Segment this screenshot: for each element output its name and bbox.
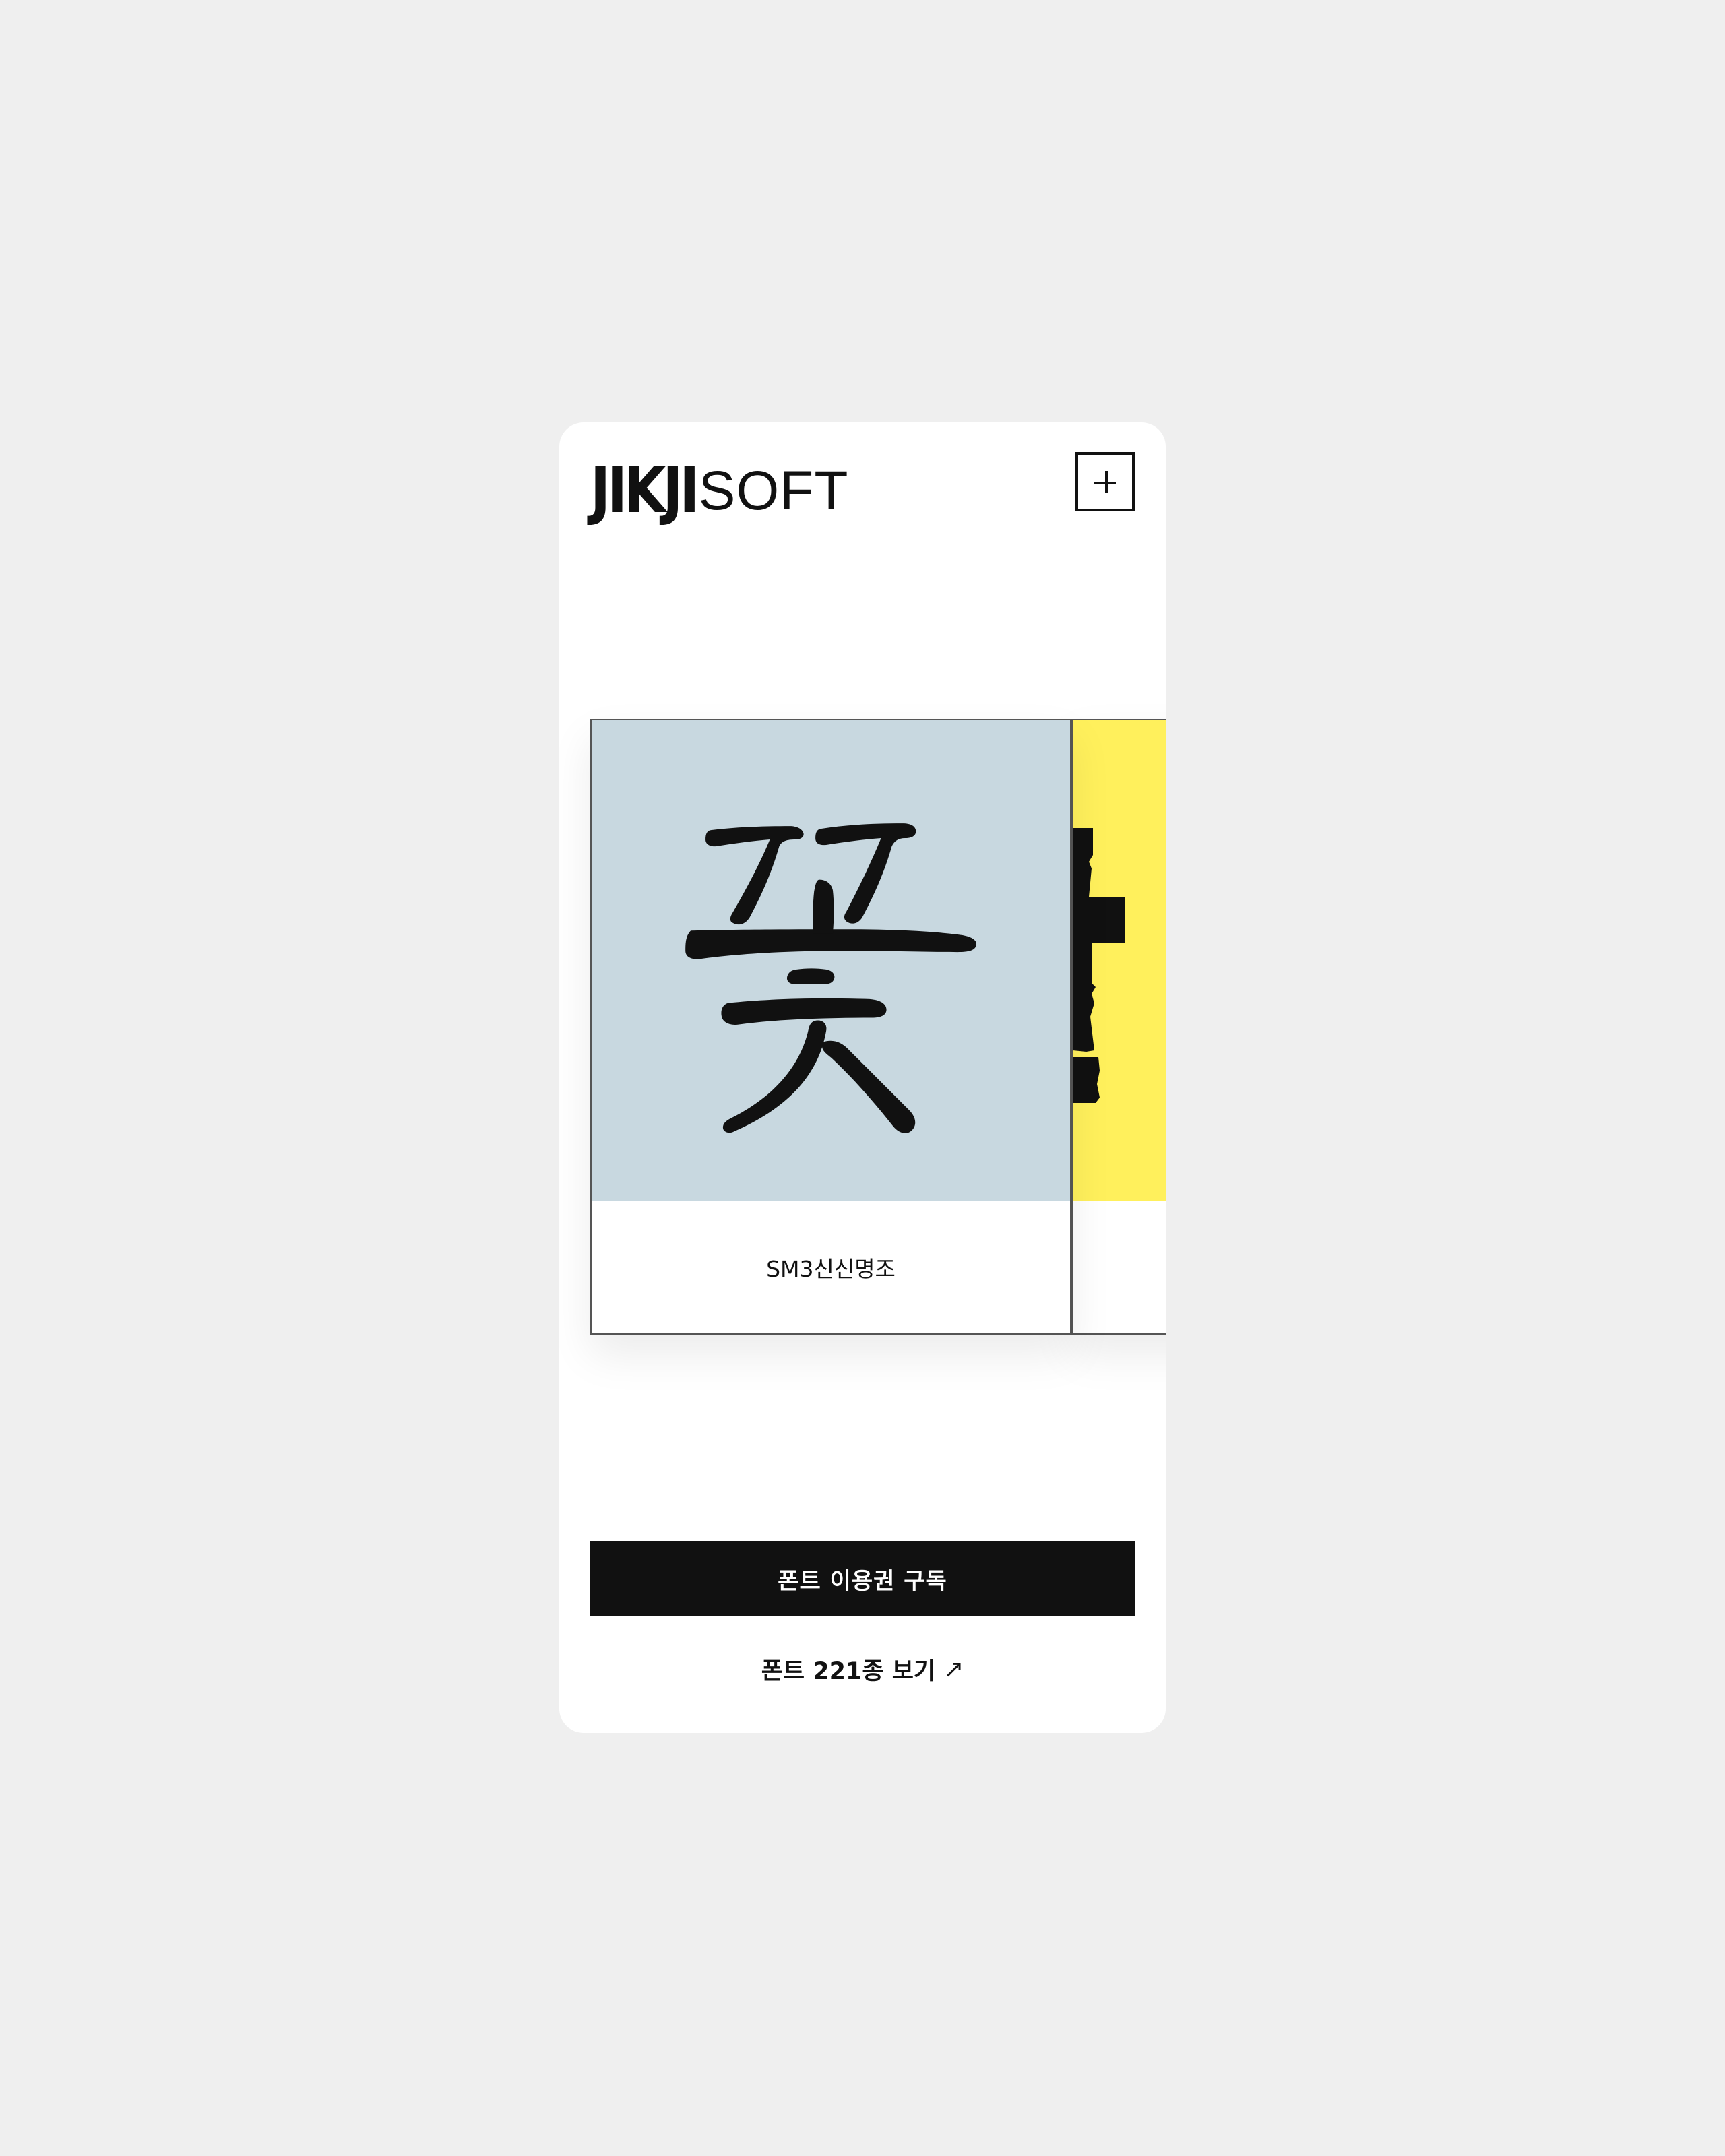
font-card[interactable] bbox=[1071, 719, 1166, 1335]
menu-plus-button[interactable] bbox=[1075, 452, 1135, 511]
glyph-partial-icon bbox=[1073, 828, 1125, 1103]
font-name bbox=[1073, 1201, 1166, 1333]
header: JIKJI SOFT bbox=[590, 452, 1135, 528]
font-card[interactable]: SM3신신명조 bbox=[590, 719, 1071, 1335]
logo-wordmark-bold: JIKJI bbox=[590, 454, 699, 528]
font-preview bbox=[592, 720, 1070, 1201]
font-carousel[interactable]: SM3신신명조 bbox=[590, 719, 1166, 1339]
font-name: SM3신신명조 bbox=[766, 1256, 896, 1282]
jikjisoft-logo[interactable]: JIKJI SOFT bbox=[590, 454, 849, 528]
logo-wordmark-light: SOFT bbox=[698, 460, 849, 521]
font-glyph-preview bbox=[592, 720, 1070, 1201]
view-all-fonts-link[interactable]: 폰트 221종 보기 ↗ bbox=[559, 1649, 1166, 1689]
view-fonts-label: 폰트 221종 보기 bbox=[761, 1657, 936, 1685]
subscribe-button[interactable]: 폰트 이용권 구독 bbox=[590, 1541, 1135, 1616]
mobile-frame: JIKJI SOFT SM3신신명조 폰트 이용권 구독 폰트 221종 보기 … bbox=[559, 422, 1166, 1733]
font-preview bbox=[1073, 720, 1166, 1201]
arrow-up-right-icon: ↗ bbox=[943, 1655, 964, 1683]
glyph-kkot-icon bbox=[685, 823, 977, 1133]
font-glyph-preview bbox=[1073, 720, 1166, 1201]
